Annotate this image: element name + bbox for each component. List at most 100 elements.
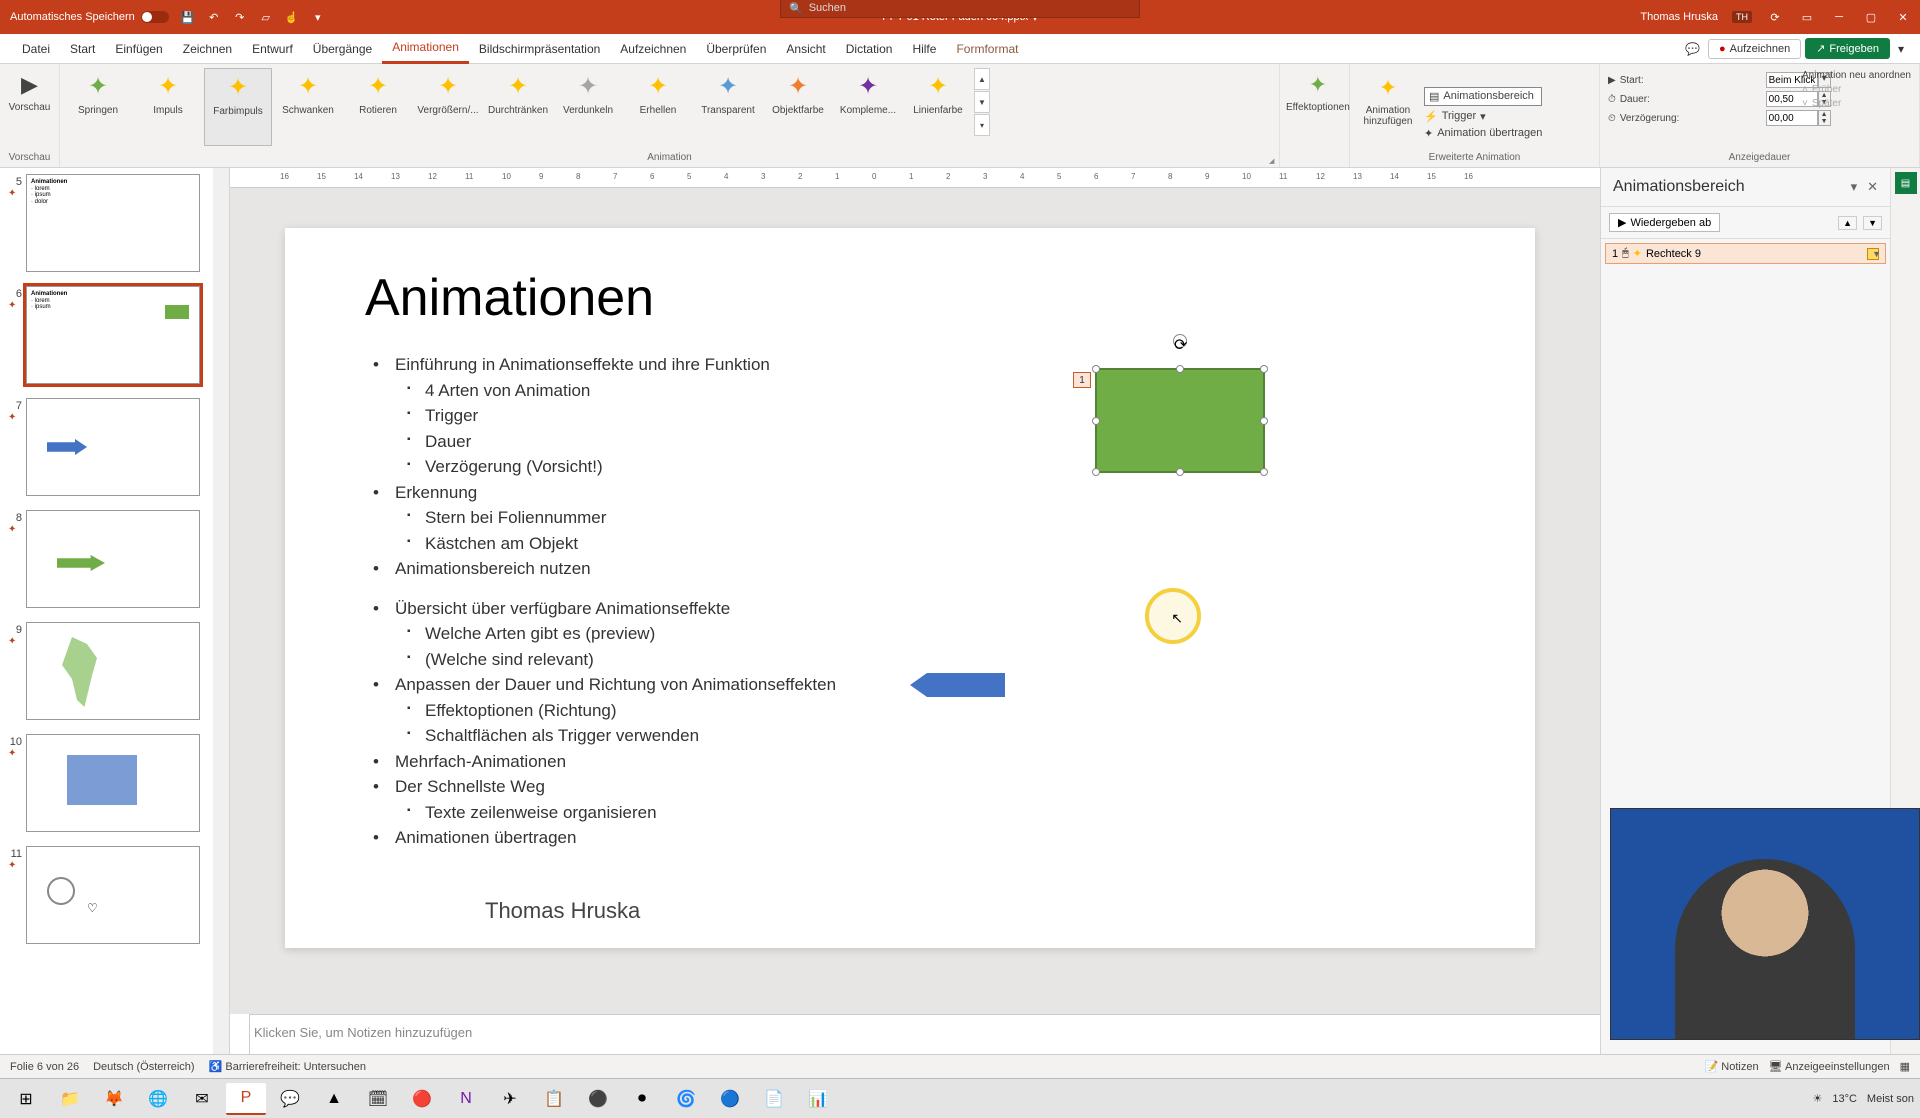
vlc-icon[interactable]: ▲ [314,1083,354,1115]
search-box[interactable]: 🔍 [780,0,1140,18]
app-icon[interactable]: ⏺ [622,1083,662,1115]
chevron-down-icon[interactable]: ▾ [1894,38,1908,60]
qat-more-icon[interactable]: ▾ [311,10,325,24]
weather-temp[interactable]: 13°C [1832,1093,1857,1105]
tab-bildschirm[interactable]: Bildschirmpräsentation [469,34,610,64]
edge-icon[interactable]: 🔵 [710,1083,750,1115]
effect-kompleme[interactable]: ✦Kompleme... [834,68,902,146]
obs-icon[interactable]: ⚫ [578,1083,618,1115]
search-input[interactable] [809,2,1131,14]
thumbnail-slide-7[interactable]: 7✦ [8,398,209,496]
app-icon[interactable]: 🔴 [402,1083,442,1115]
autosave-toggle[interactable]: Automatisches Speichern [10,11,169,23]
redo-icon[interactable]: ↷ [233,10,247,24]
resize-handle[interactable] [1092,468,1100,476]
effect-linienfarbe[interactable]: ✦Linienfarbe [904,68,972,146]
powerpoint-icon[interactable]: P [226,1083,266,1115]
animationsbereich-button[interactable]: ▤Animationsbereich [1424,87,1542,106]
resize-handle[interactable] [1092,417,1100,425]
comments-icon[interactable]: 💬 [1681,38,1704,60]
spinner-icon[interactable]: ▲▼ [1818,110,1831,126]
resize-handle[interactable] [1176,468,1184,476]
effect-impuls[interactable]: ✦Impuls [134,68,202,146]
trigger-button[interactable]: ⚡Trigger▾ [1424,110,1542,123]
effect-farbimpuls[interactable]: ✦Farbimpuls [204,68,272,146]
app-icon[interactable]: 🗓 [358,1083,398,1115]
explorer-icon[interactable]: 📁 [50,1083,90,1115]
play-from-button[interactable]: ▶Wiedergeben ab [1609,213,1720,232]
thumbnail-slide-11[interactable]: 11✦♡ [8,846,209,944]
firefox-icon[interactable]: 🦊 [94,1083,134,1115]
tab-zeichnen[interactable]: Zeichnen [173,34,242,64]
effect-durchtrnken[interactable]: ✦Durchtränken [484,68,552,146]
verzoegerung-input[interactable] [1766,110,1818,126]
tab-hilfe[interactable]: Hilfe [902,34,946,64]
dialog-launcher-icon[interactable]: ◢ [1269,157,1277,165]
touch-icon[interactable]: ☝ [285,10,299,24]
slide-thumbnails[interactable]: 5✦Animationen· lorem· ipsum· dolor 6✦Anim… [0,168,230,1054]
notes-area[interactable]: Klicken Sie, um Notizen hinzuzufügen [230,1014,1600,1054]
chrome-icon[interactable]: 🌐 [138,1083,178,1115]
effect-springen[interactable]: ✦Springen [64,68,132,146]
tab-aufzeichnen[interactable]: Aufzeichnen [610,34,696,64]
close-icon[interactable]: ✕ [1894,10,1912,24]
slide-counter[interactable]: Folie 6 von 26 [10,1061,79,1073]
close-pane-icon[interactable]: ✕ [1867,179,1878,195]
user-name[interactable]: Thomas Hruska [1640,11,1718,23]
language-indicator[interactable]: Deutsch (Österreich) [93,1061,194,1073]
slideshow-icon[interactable]: ▱ [259,10,273,24]
animation-tag[interactable]: 1 [1073,372,1091,388]
move-up-icon[interactable]: ▲ [1838,216,1857,230]
move-down-icon[interactable]: ▼ [1863,216,1882,230]
thumbnail-slide-6[interactable]: 6✦Animationen· lorem· ipsum [8,286,209,384]
freigeben-button[interactable]: ↗Freigeben [1805,38,1890,59]
save-icon[interactable]: 💾 [181,10,195,24]
resize-handle[interactable] [1092,365,1100,373]
effect-objektfarbe[interactable]: ✦Objektfarbe [764,68,832,146]
onenote-icon[interactable]: N [446,1083,486,1115]
aufzeichnen-button[interactable]: ●Aufzeichnen [1708,39,1801,59]
effektoptionen-button[interactable]: ✦Effektoptionen [1284,68,1352,146]
tab-ueberpruefen[interactable]: Überprüfen [696,34,776,64]
notizen-button[interactable]: 📝 Notizen [1705,1060,1759,1073]
user-initials[interactable]: TH [1732,11,1752,23]
maximize-icon[interactable]: ▢ [1862,10,1880,24]
ribbon-display-icon[interactable]: ▭ [1798,10,1816,24]
resize-handle[interactable] [1260,365,1268,373]
sync-icon[interactable]: ⟳ [1766,10,1784,24]
rectangle-shape[interactable]: 1 ⟳ [1095,368,1265,473]
undo-icon[interactable]: ↶ [207,10,221,24]
toggle-switch[interactable] [141,11,169,23]
chevron-down-icon[interactable]: ▼ [1872,249,1881,259]
tab-entwurf[interactable]: Entwurf [242,34,303,64]
view-normal-icon[interactable]: ▦ [1900,1060,1910,1073]
slide-title[interactable]: Animationen [285,228,1535,328]
effect-schwanken[interactable]: ✦Schwanken [274,68,342,146]
vorschau-button[interactable]: ▶Vorschau [4,68,55,146]
tab-uebergaenge[interactable]: Übergänge [303,34,382,64]
slide-canvas[interactable]: Animationen Einführung in Animationseffe… [230,188,1600,1014]
thumbnail-slide-8[interactable]: 8✦ [8,510,209,608]
chevron-down-icon[interactable]: ▾ [1851,179,1858,195]
effect-verdunkeln[interactable]: ✦Verdunkeln [554,68,622,146]
scrollbar[interactable] [213,168,229,1054]
anzeige-button[interactable]: 🖥 Anzeigeeinstellungen [1769,1060,1890,1073]
effect-rotieren[interactable]: ✦Rotieren [344,68,412,146]
thumbnail-slide-5[interactable]: 5✦Animationen· lorem· ipsum· dolor [8,174,209,272]
gallery-up-icon[interactable]: ▲ [974,68,990,90]
accessibility-check[interactable]: ♿ Barrierefreiheit: Untersuchen [209,1060,366,1073]
app-icon[interactable]: 📋 [534,1083,574,1115]
effect-erhellen[interactable]: ✦Erhellen [624,68,692,146]
slide[interactable]: Animationen Einführung in Animationseffe… [285,228,1535,948]
rotate-handle[interactable]: ⟳ [1173,334,1187,348]
resize-handle[interactable] [1260,468,1268,476]
tab-ansicht[interactable]: Ansicht [776,34,835,64]
animation-uebertragen-button[interactable]: ✦Animation übertragen [1424,127,1542,140]
app-icon[interactable]: 📄 [754,1083,794,1115]
thumbnail-slide-9[interactable]: 9✦ [8,622,209,720]
animation-item[interactable]: 1 🖱 ✦ Rechteck 9 ▼ [1605,243,1886,264]
tab-einfuegen[interactable]: Einfügen [105,34,172,64]
gallery-down-icon[interactable]: ▼ [974,91,990,113]
arrow-shape[interactable] [910,673,1005,697]
thumbnail-slide-10[interactable]: 10✦ [8,734,209,832]
